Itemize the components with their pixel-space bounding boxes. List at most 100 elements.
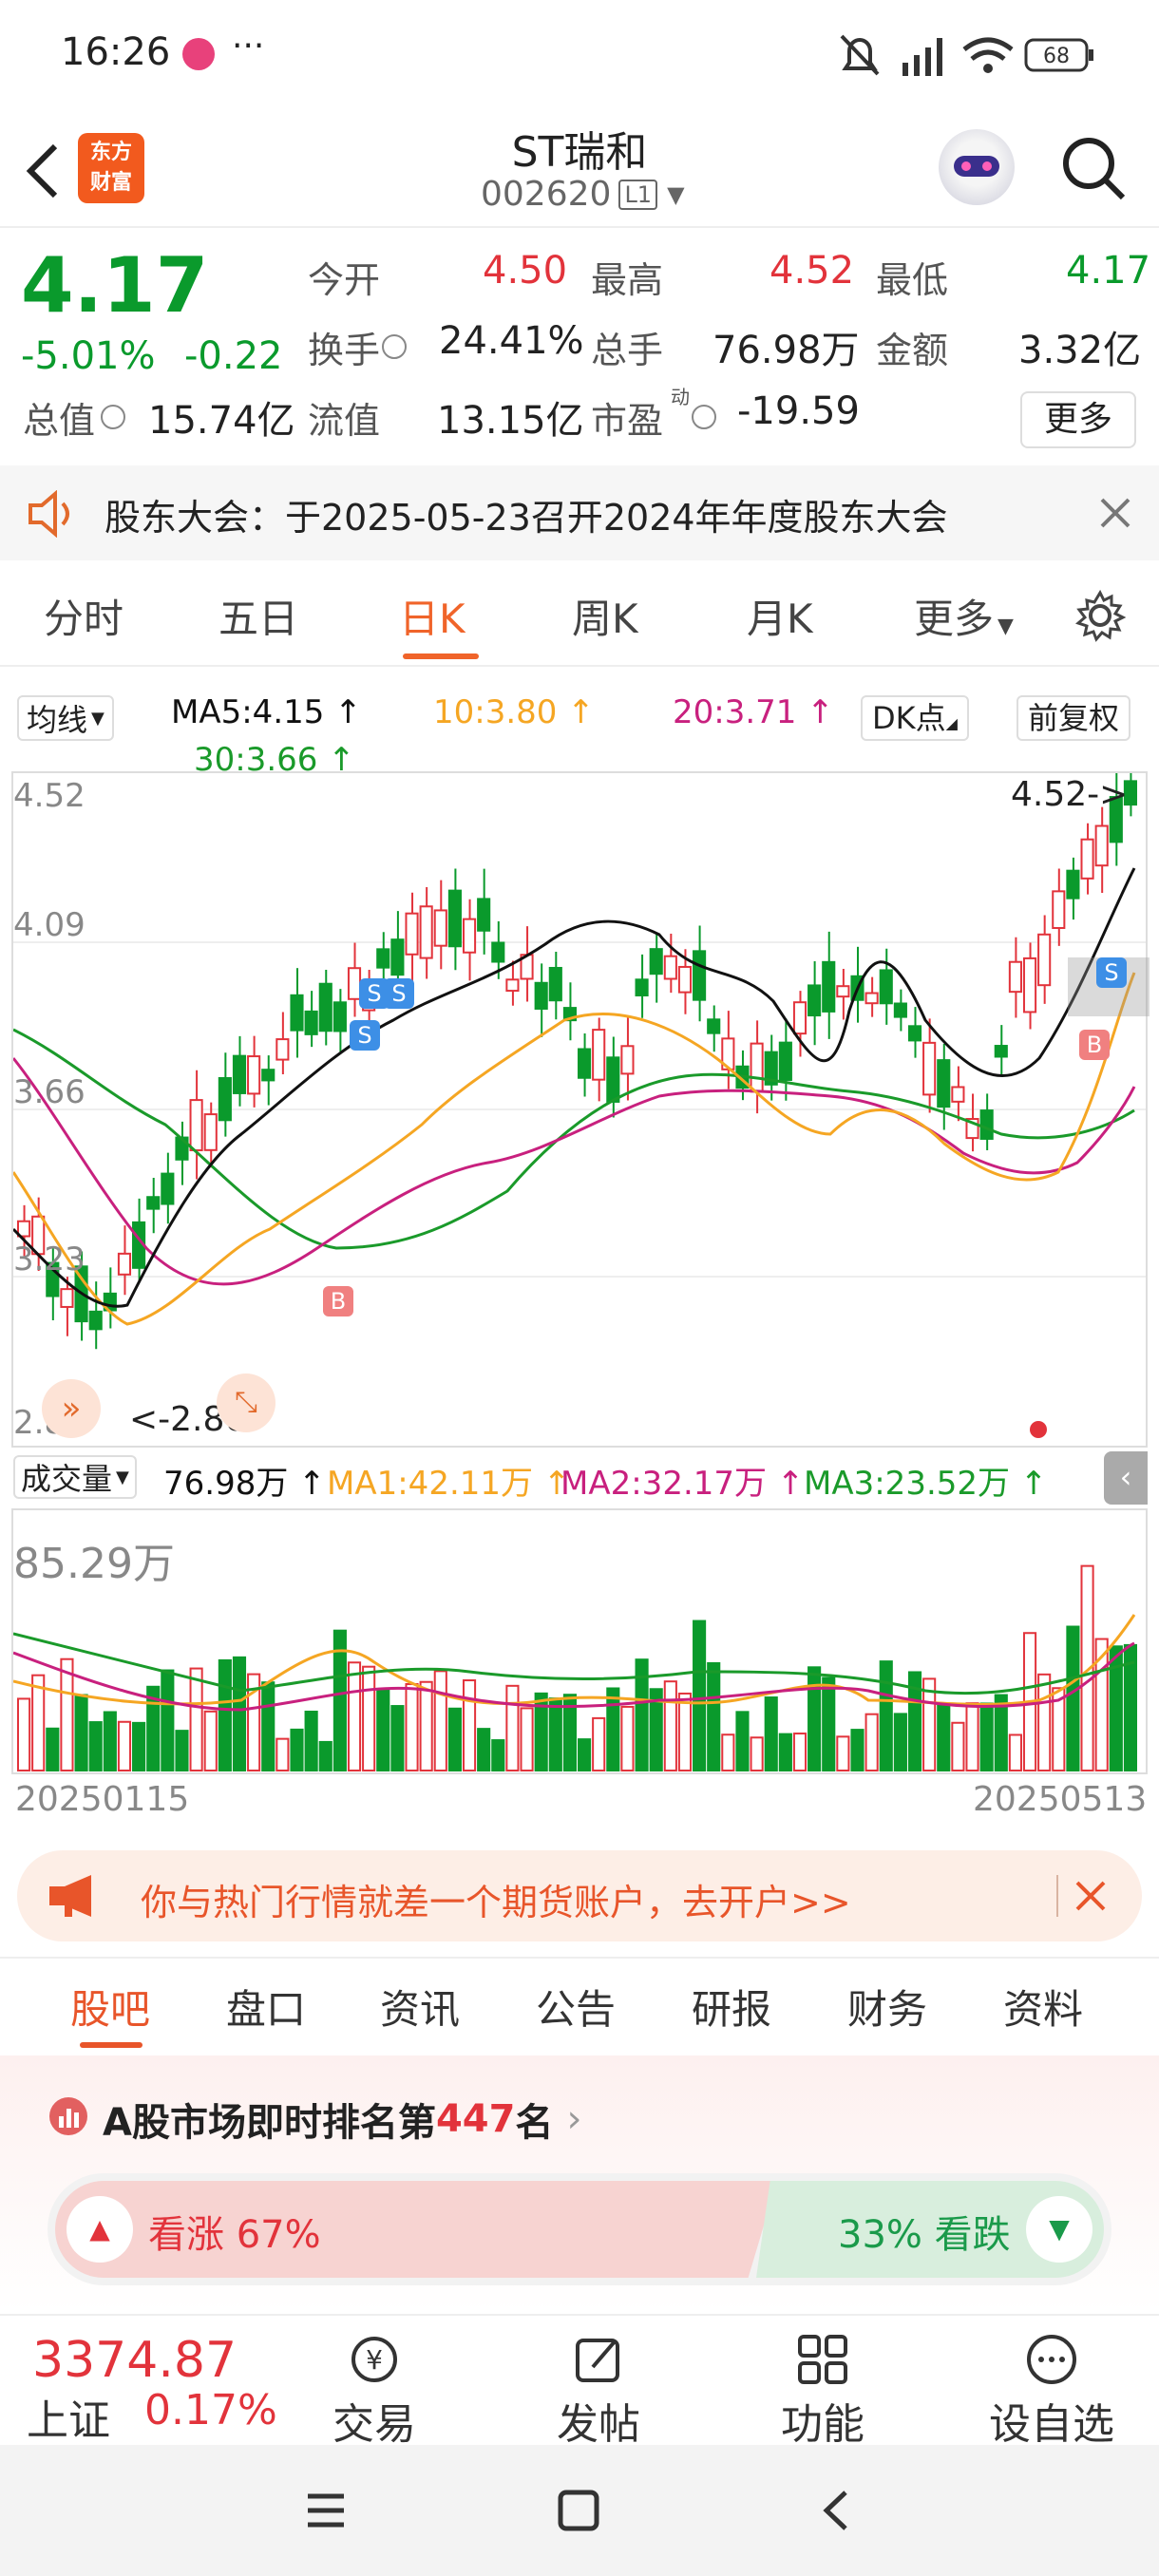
volume-chart[interactable]: 85.29万 — [11, 1508, 1148, 1774]
buy-signal-badge[interactable]: B — [1079, 1030, 1110, 1060]
info-icon[interactable] — [101, 405, 125, 429]
volume-bar — [88, 1721, 103, 1771]
candle-body — [491, 941, 505, 963]
ad-divider — [1056, 1875, 1058, 1917]
change-amount: -0.22 — [184, 334, 283, 378]
tab-weekly-k[interactable]: 周K — [572, 587, 638, 645]
down-arrow-icon[interactable]: ▼ — [1026, 2196, 1092, 2263]
index-change[interactable]: 0.17% — [144, 2386, 277, 2434]
tab-profile[interactable]: 资料 — [1003, 1978, 1083, 2036]
stock-code-row[interactable]: 002620 L1 ▼ — [481, 175, 685, 214]
vol-ma1: MA1:42.11万 ↑ — [327, 1465, 571, 1503]
info-icon[interactable] — [692, 405, 716, 429]
ma20-text: 20:3.71 — [673, 693, 797, 731]
info-tabs: 股吧 盘口 资讯 公告 研报 财务 资料 — [0, 1957, 1159, 2054]
status-bar: 16:26 ··· 68 — [0, 0, 1159, 112]
kline-chart[interactable]: 4.52 4.09 3.66 3.23 2.80 4.52-> <-2.80 S… — [11, 771, 1150, 1448]
tab-announcements[interactable]: 公告 — [536, 1978, 616, 2036]
back-nav-icon[interactable] — [813, 2487, 861, 2534]
sell-signal-badge[interactable]: S — [384, 978, 414, 1009]
close-icon[interactable] — [1074, 1879, 1108, 1913]
grid-icon — [756, 2331, 889, 2388]
pe-label: 市盈 — [591, 400, 664, 442]
post-label: 发帖 — [557, 2400, 640, 2449]
tab-orderbook[interactable]: 盘口 — [226, 1978, 306, 2036]
vol-ma3-line — [13, 1632, 1135, 1695]
volume-indicator-bar: 成交量 ▼ 76.98万 ↑ MA1:42.11万 ↑ MA2:32.17万 ↑ … — [0, 1449, 1159, 1506]
robot-assistant-icon[interactable] — [939, 129, 1015, 205]
volume-max-label: 85.29万 — [13, 1540, 175, 1588]
volume-bar — [965, 1702, 979, 1771]
close-icon[interactable] — [1098, 496, 1132, 530]
dk-label: DK点 — [872, 700, 946, 736]
candle-body — [937, 1059, 951, 1108]
rank-text[interactable]: A股市场即时排名第 447 名 › — [103, 2092, 581, 2147]
tab-guba[interactable]: 股吧 — [70, 1978, 150, 2036]
rank-number: 447 — [435, 2097, 516, 2141]
edit-icon — [532, 2331, 665, 2388]
more-circle-icon — [980, 2331, 1123, 2388]
battery-level: 68 — [1043, 45, 1070, 68]
volume-bar — [276, 1737, 290, 1772]
volume-selector[interactable]: 成交量 ▼ — [13, 1455, 137, 1499]
index-value[interactable]: 3374.87 — [32, 2335, 237, 2386]
volume-label: 总手 — [591, 330, 664, 371]
volume-bar — [318, 1740, 332, 1771]
candle-body — [247, 1055, 261, 1095]
function-tab[interactable]: 功能 — [756, 2331, 889, 2451]
search-icon[interactable] — [1058, 133, 1129, 203]
add-watchlist-tab[interactable]: 设自选 — [980, 2331, 1123, 2451]
collapse-panel-icon[interactable]: ‹ — [1104, 1451, 1148, 1505]
adjust-button[interactable]: 前复权 — [1016, 695, 1131, 741]
post-tab[interactable]: 发帖 — [532, 2331, 665, 2451]
candle-body — [1094, 824, 1109, 867]
candle-body — [419, 905, 433, 959]
status-time: 16:26 — [61, 30, 171, 74]
up-arrow-icon[interactable]: ▲ — [66, 2196, 133, 2263]
candle-body — [792, 1001, 808, 1035]
volume-bar — [951, 1721, 965, 1771]
tab-five-day[interactable]: 五日 — [218, 587, 298, 645]
ma5-value: MA5:4.15 ↑ — [171, 693, 362, 731]
sell-signal-badge[interactable]: S — [350, 1020, 380, 1051]
settings-gear-icon[interactable] — [1074, 589, 1127, 642]
sell-signal-badge[interactable]: S — [1096, 957, 1127, 988]
trade-tab[interactable]: ¥ 交易 — [308, 2331, 441, 2451]
volume-bar — [606, 1687, 620, 1771]
tab-news[interactable]: 资讯 — [380, 1978, 460, 2036]
candle-body — [390, 938, 405, 976]
volume-bar — [46, 1727, 60, 1772]
bottom-toolbar: 3374.87 上证 0.17% ¥ 交易 发帖 功能 设自选 — [0, 2314, 1159, 2449]
more-button[interactable]: 更多 — [1020, 391, 1136, 448]
buy-signal-badge[interactable]: B — [323, 1286, 353, 1316]
volume-bar — [74, 1694, 88, 1771]
tab-daily-k[interactable]: 日K — [399, 587, 466, 645]
candle-body — [778, 1041, 792, 1081]
candle-body — [1052, 890, 1066, 930]
volume-bar — [520, 1707, 534, 1772]
index-name[interactable]: 上证 — [27, 2386, 110, 2447]
menu-icon[interactable] — [302, 2487, 350, 2534]
tab-more[interactable]: 更多 ▼ — [914, 587, 1014, 645]
volume-bar — [117, 1720, 132, 1772]
futures-ad-banner[interactable]: 你与热门行情就差一个期货账户，去开户>> — [17, 1850, 1142, 1941]
volume-bar — [620, 1705, 635, 1771]
notice-bar[interactable]: 股东大会：于2025-05-23召开2024年年度股东大会 — [0, 465, 1159, 560]
candle-body — [922, 1041, 937, 1096]
home-icon[interactable] — [555, 2487, 602, 2534]
info-icon[interactable] — [382, 334, 407, 359]
y-label-4: 3.23 — [13, 1241, 86, 1279]
candle-body — [261, 1069, 276, 1082]
tab-finance[interactable]: 财务 — [847, 1978, 927, 2036]
tab-monthly-k[interactable]: 月K — [747, 587, 813, 645]
tab-research[interactable]: 研报 — [692, 1978, 771, 2036]
fullscreen-icon[interactable]: ⤡ — [217, 1373, 276, 1432]
dk-point-button[interactable]: DK点◢ — [861, 695, 969, 741]
candle-body — [836, 985, 850, 998]
float-cap-value: 13.15亿 — [437, 399, 584, 443]
tab-timeshare[interactable]: 分时 — [44, 587, 124, 645]
ma-selector[interactable]: 均线 ▼ — [17, 695, 114, 741]
expand-left-icon[interactable]: » — [42, 1379, 101, 1438]
volume-bar — [592, 1716, 606, 1771]
volume-bar — [764, 1696, 778, 1771]
